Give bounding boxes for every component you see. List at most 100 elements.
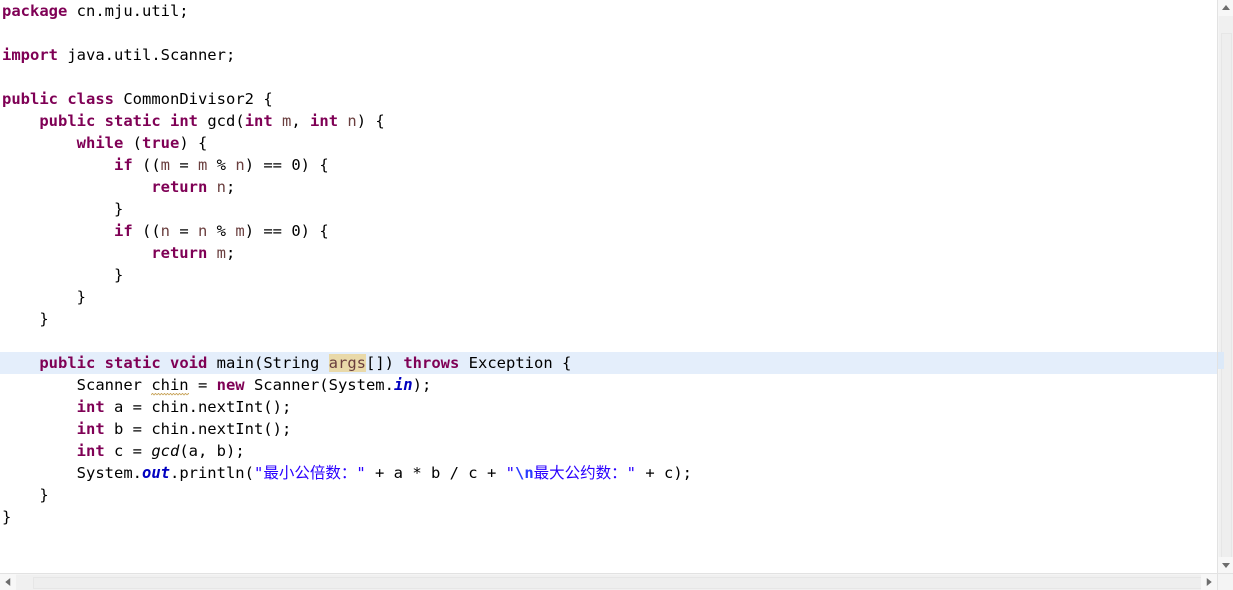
- vertical-scrollbar-thumb[interactable]: [1221, 33, 1232, 563]
- code-token: (: [123, 134, 142, 152]
- code-token: return: [151, 244, 208, 262]
- code-line[interactable]: }: [0, 308, 1217, 330]
- scroll-down-button[interactable]: [1218, 557, 1233, 573]
- code-token: Exception {: [459, 354, 572, 372]
- code-token: + c);: [636, 464, 692, 482]
- code-line[interactable]: }: [0, 484, 1217, 506]
- horizontal-scrollbar-thumb[interactable]: [33, 577, 1215, 589]
- code-token: n: [347, 112, 357, 130]
- code-line[interactable]: [0, 22, 1217, 44]
- code-token: m: [282, 112, 292, 130]
- code-token: \n: [514, 464, 534, 482]
- code-token: + a * b / c +: [365, 464, 506, 482]
- code-line[interactable]: }: [0, 198, 1217, 220]
- code-token: new: [216, 376, 245, 394]
- code-line[interactable]: }: [0, 286, 1217, 308]
- code-viewport[interactable]: package cn.mju.util; import java.util.Sc…: [0, 0, 1217, 573]
- code-line[interactable]: import java.util.Scanner;: [0, 44, 1217, 66]
- code-line[interactable]: while (true) {: [0, 132, 1217, 154]
- code-token: public: [39, 354, 96, 372]
- code-text-area[interactable]: package cn.mju.util; import java.util.Sc…: [0, 0, 1217, 528]
- code-token: public: [39, 112, 96, 130]
- code-token: int: [76, 442, 105, 460]
- code-line[interactable]: int a = chin.nextInt();: [0, 396, 1217, 418]
- code-line[interactable]: public static int gcd(int m, int n) {: [0, 110, 1217, 132]
- code-token: throws: [403, 354, 460, 372]
- code-line[interactable]: if ((m = m % n) == 0) {: [0, 154, 1217, 176]
- code-token: chin: [151, 376, 189, 396]
- code-token: }: [2, 310, 49, 328]
- code-token: ) == 0) {: [244, 222, 329, 240]
- code-token: import: [2, 46, 58, 64]
- code-token: CommonDivisor2 {: [114, 90, 273, 108]
- code-token: n: [216, 178, 226, 196]
- code-line[interactable]: [0, 66, 1217, 88]
- horizontal-scrollbar-track[interactable]: [16, 575, 1215, 590]
- code-token: ) {: [356, 112, 385, 130]
- code-token: []): [366, 354, 404, 372]
- code-token: if: [113, 222, 133, 240]
- horizontal-scrollbar[interactable]: [0, 573, 1217, 590]
- code-line[interactable]: }: [0, 506, 1217, 528]
- triangle-left-icon: [5, 578, 11, 586]
- code-line[interactable]: return n;: [0, 176, 1217, 198]
- code-line[interactable]: int c = gcd(a, b);: [0, 440, 1217, 462]
- code-token: m: [235, 222, 245, 240]
- code-token: class: [67, 90, 115, 108]
- code-token: if: [113, 156, 133, 174]
- code-token: Scanner(System.: [244, 376, 394, 394]
- code-line[interactable]: if ((n = n % m) == 0) {: [0, 220, 1217, 242]
- code-token: %: [207, 222, 236, 240]
- code-line[interactable]: [0, 330, 1217, 352]
- code-line[interactable]: }: [0, 264, 1217, 286]
- code-token: m: [198, 156, 208, 174]
- java-code-editor[interactable]: package cn.mju.util; import java.util.Sc…: [0, 0, 1233, 590]
- code-token: ;: [226, 178, 236, 196]
- code-token: m: [160, 156, 170, 174]
- code-token: int: [76, 420, 105, 438]
- vertical-scrollbar[interactable]: [1217, 0, 1233, 573]
- code-token: int: [76, 398, 105, 416]
- code-token: in: [393, 376, 413, 394]
- code-token: ((: [132, 156, 161, 174]
- code-line[interactable]: public class CommonDivisor2 {: [0, 88, 1217, 110]
- code-token: System.: [2, 464, 142, 482]
- code-token: }: [2, 288, 86, 306]
- code-line[interactable]: return m;: [0, 242, 1217, 264]
- scroll-left-button[interactable]: [0, 574, 16, 590]
- code-token: Scanner: [2, 376, 152, 394]
- vertical-scrollbar-track[interactable]: [1219, 16, 1233, 563]
- code-line[interactable]: int b = chin.nextInt();: [0, 418, 1217, 440]
- code-token: =: [170, 156, 198, 174]
- code-token: }: [2, 508, 12, 526]
- code-token: =: [170, 222, 198, 240]
- code-token: gcd: [151, 442, 180, 460]
- code-token: );: [412, 376, 432, 394]
- code-token: gcd(: [198, 112, 245, 130]
- scrollbar-corner: [1217, 573, 1233, 590]
- code-token: ar: [328, 354, 348, 372]
- scroll-up-button[interactable]: [1218, 0, 1233, 16]
- scroll-right-button[interactable]: [1201, 574, 1217, 590]
- code-line-current[interactable]: public static void main(String args[]) t…: [0, 352, 1217, 374]
- code-line[interactable]: Scanner chin = new Scanner(System.in);: [0, 374, 1217, 396]
- code-line[interactable]: package cn.mju.util;: [0, 0, 1217, 22]
- code-line[interactable]: System.out.println("最小公倍数：" + a * b / c …: [0, 462, 1217, 484]
- triangle-up-icon: [1222, 5, 1230, 10]
- code-token: }: [2, 200, 124, 218]
